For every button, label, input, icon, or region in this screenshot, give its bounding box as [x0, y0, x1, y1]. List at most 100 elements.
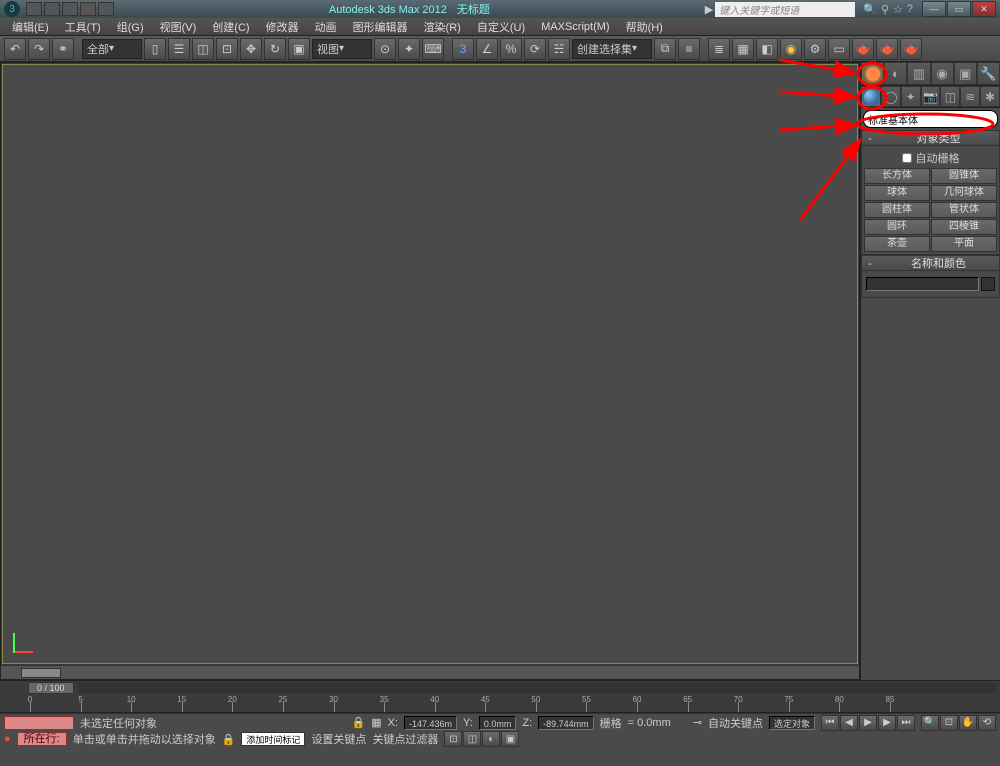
pyramid-button[interactable]: 四棱锥	[931, 219, 997, 235]
display-tab[interactable]: ▣	[954, 62, 977, 85]
qat-new-icon[interactable]	[26, 2, 42, 16]
pan-icon[interactable]: ✋	[959, 715, 977, 731]
viewport-front[interactable]	[2, 64, 858, 664]
geometry-type-dropdown[interactable]: 标准基本体	[863, 110, 998, 128]
percent-snap-icon[interactable]: %	[500, 38, 522, 60]
keyfilter-button[interactable]: 关键点过滤器	[372, 731, 438, 747]
setkey-button[interactable]: 设置关键点	[311, 731, 366, 747]
material-editor-icon[interactable]: ◉	[780, 38, 802, 60]
fov-icon[interactable]: ◐	[482, 731, 500, 747]
star-icon[interactable]: ☆	[893, 3, 903, 16]
next-frame-icon[interactable]: ▶	[878, 715, 896, 731]
maximize-button[interactable]: ▭	[947, 1, 971, 17]
tube-button[interactable]: 管状体	[931, 202, 997, 218]
render-iter-icon[interactable]: 🫖	[876, 38, 898, 60]
shapes-subtab[interactable]: ◯	[881, 86, 901, 107]
goto-end-icon[interactable]: ⏭	[897, 715, 915, 731]
cameras-subtab[interactable]: 📷	[921, 86, 941, 107]
z-value[interactable]: -89.744mm	[538, 716, 594, 730]
editselection-icon[interactable]: ☵	[548, 38, 570, 60]
motion-tab[interactable]: ◉	[931, 62, 954, 85]
window-crossing-icon[interactable]: ⊡	[216, 38, 238, 60]
menu-rendering[interactable]: 渲染(R)	[416, 17, 469, 37]
hierarchy-tab[interactable]: ▥	[907, 62, 930, 85]
prev-frame-icon[interactable]: ◀	[840, 715, 858, 731]
create-tab[interactable]	[861, 62, 884, 85]
menu-group[interactable]: 组(G)	[109, 17, 152, 37]
render-setup-icon[interactable]: ⚙	[804, 38, 826, 60]
rotate-icon[interactable]: ↻	[264, 38, 286, 60]
time-ruler[interactable]: 0510152025303540455055606570758085	[0, 695, 1000, 713]
schematic-icon[interactable]: ◧	[756, 38, 778, 60]
angle-snap-icon[interactable]: ∠	[476, 38, 498, 60]
render-icon[interactable]: 🫖	[900, 38, 922, 60]
object-color-swatch[interactable]	[981, 277, 995, 291]
cylinder-button[interactable]: 圆柱体	[864, 202, 930, 218]
qat-save-icon[interactable]	[62, 2, 78, 16]
zoom-all-icon[interactable]: ⊡	[940, 715, 958, 731]
time-slider-track[interactable]	[78, 683, 996, 693]
box-button[interactable]: 长方体	[864, 168, 930, 184]
autogrid-checkbox[interactable]	[902, 153, 912, 163]
spacewarps-subtab[interactable]: ≋	[960, 86, 980, 107]
search-icon[interactable]: 🔍	[863, 3, 877, 16]
qat-open-icon[interactable]	[44, 2, 60, 16]
select-icon[interactable]: ▯	[144, 38, 166, 60]
key-icon[interactable]: ⊸	[693, 716, 702, 729]
play-icon[interactable]: ▶	[859, 715, 877, 731]
torus-button[interactable]: 圆环	[864, 219, 930, 235]
align-icon[interactable]: ≡	[678, 38, 700, 60]
plane-button[interactable]: 平面	[931, 236, 997, 252]
selection-filter-dropdown[interactable]: 全部 ▾	[82, 39, 142, 59]
rendered-frame-icon[interactable]: ▭	[828, 38, 850, 60]
keymode-icon[interactable]: ⌨	[422, 38, 444, 60]
name-color-rollout-header[interactable]: -名称和颜色	[861, 255, 1000, 271]
render-prod-icon[interactable]: 🫖	[852, 38, 874, 60]
zoom-region-icon[interactable]: ◫	[463, 731, 481, 747]
menu-tools[interactable]: 工具(T)	[57, 17, 109, 37]
abs-rel-icon[interactable]: ▦	[371, 716, 381, 729]
menu-grapheditors[interactable]: 图形编辑器	[345, 17, 416, 37]
key-icon[interactable]: ⚲	[881, 3, 889, 16]
select-rect-icon[interactable]: ◫	[192, 38, 214, 60]
app-icon[interactable]: 3	[4, 1, 20, 17]
help-icon[interactable]: ?	[907, 3, 913, 16]
menu-create[interactable]: 创建(C)	[204, 17, 257, 37]
frame-indicator[interactable]: 0 / 100	[28, 682, 74, 694]
menu-edit[interactable]: 编辑(E)	[4, 17, 57, 37]
qat-redo-icon[interactable]	[98, 2, 114, 16]
viewport-hscroll[interactable]	[1, 665, 859, 679]
object-name-input[interactable]	[866, 277, 979, 291]
helpers-subtab[interactable]: ◫	[940, 86, 960, 107]
curve-editor-icon[interactable]: ▦	[732, 38, 754, 60]
qat-undo-icon[interactable]	[80, 2, 96, 16]
sphere-button[interactable]: 球体	[864, 185, 930, 201]
manip-icon[interactable]: ✦	[398, 38, 420, 60]
redo-icon[interactable]: ↷	[28, 38, 50, 60]
geosphere-button[interactable]: 几何球体	[931, 185, 997, 201]
select-name-icon[interactable]: ☰	[168, 38, 190, 60]
zoom-extents-icon[interactable]: ⊡	[444, 731, 462, 747]
geometry-subtab[interactable]	[861, 86, 881, 107]
refcoord-dropdown[interactable]: 视图 ▾	[312, 39, 372, 59]
autokey-button[interactable]: 自动关键点	[708, 715, 763, 731]
teapot-button[interactable]: 茶壶	[864, 236, 930, 252]
named-selection-dropdown[interactable]: 创建选择集 ▾	[572, 39, 652, 59]
minimize-button[interactable]: —	[922, 1, 946, 17]
mirror-icon[interactable]: ⧉	[654, 38, 676, 60]
undo-icon[interactable]: ↶	[4, 38, 26, 60]
goto-start-icon[interactable]: ⏮	[821, 715, 839, 731]
move-icon[interactable]: ✥	[240, 38, 262, 60]
menu-customize[interactable]: 自定义(U)	[469, 17, 533, 37]
zoom-icon[interactable]: 🔍	[921, 715, 939, 731]
x-value[interactable]: -147.436m	[404, 716, 457, 730]
menu-modifiers[interactable]: 修改器	[258, 17, 307, 37]
layers-icon[interactable]: ≣	[708, 38, 730, 60]
max-toggle-icon[interactable]: ▣	[501, 731, 519, 747]
selected-obj-dropdown[interactable]: 选定对象	[769, 716, 815, 730]
pivot-icon[interactable]: ⊙	[374, 38, 396, 60]
menu-animation[interactable]: 动画	[307, 17, 345, 37]
snap-toggle-icon[interactable]: 3	[452, 38, 474, 60]
y-value[interactable]: 0.0mm	[479, 716, 517, 730]
orbit-icon[interactable]: ⟲	[978, 715, 996, 731]
